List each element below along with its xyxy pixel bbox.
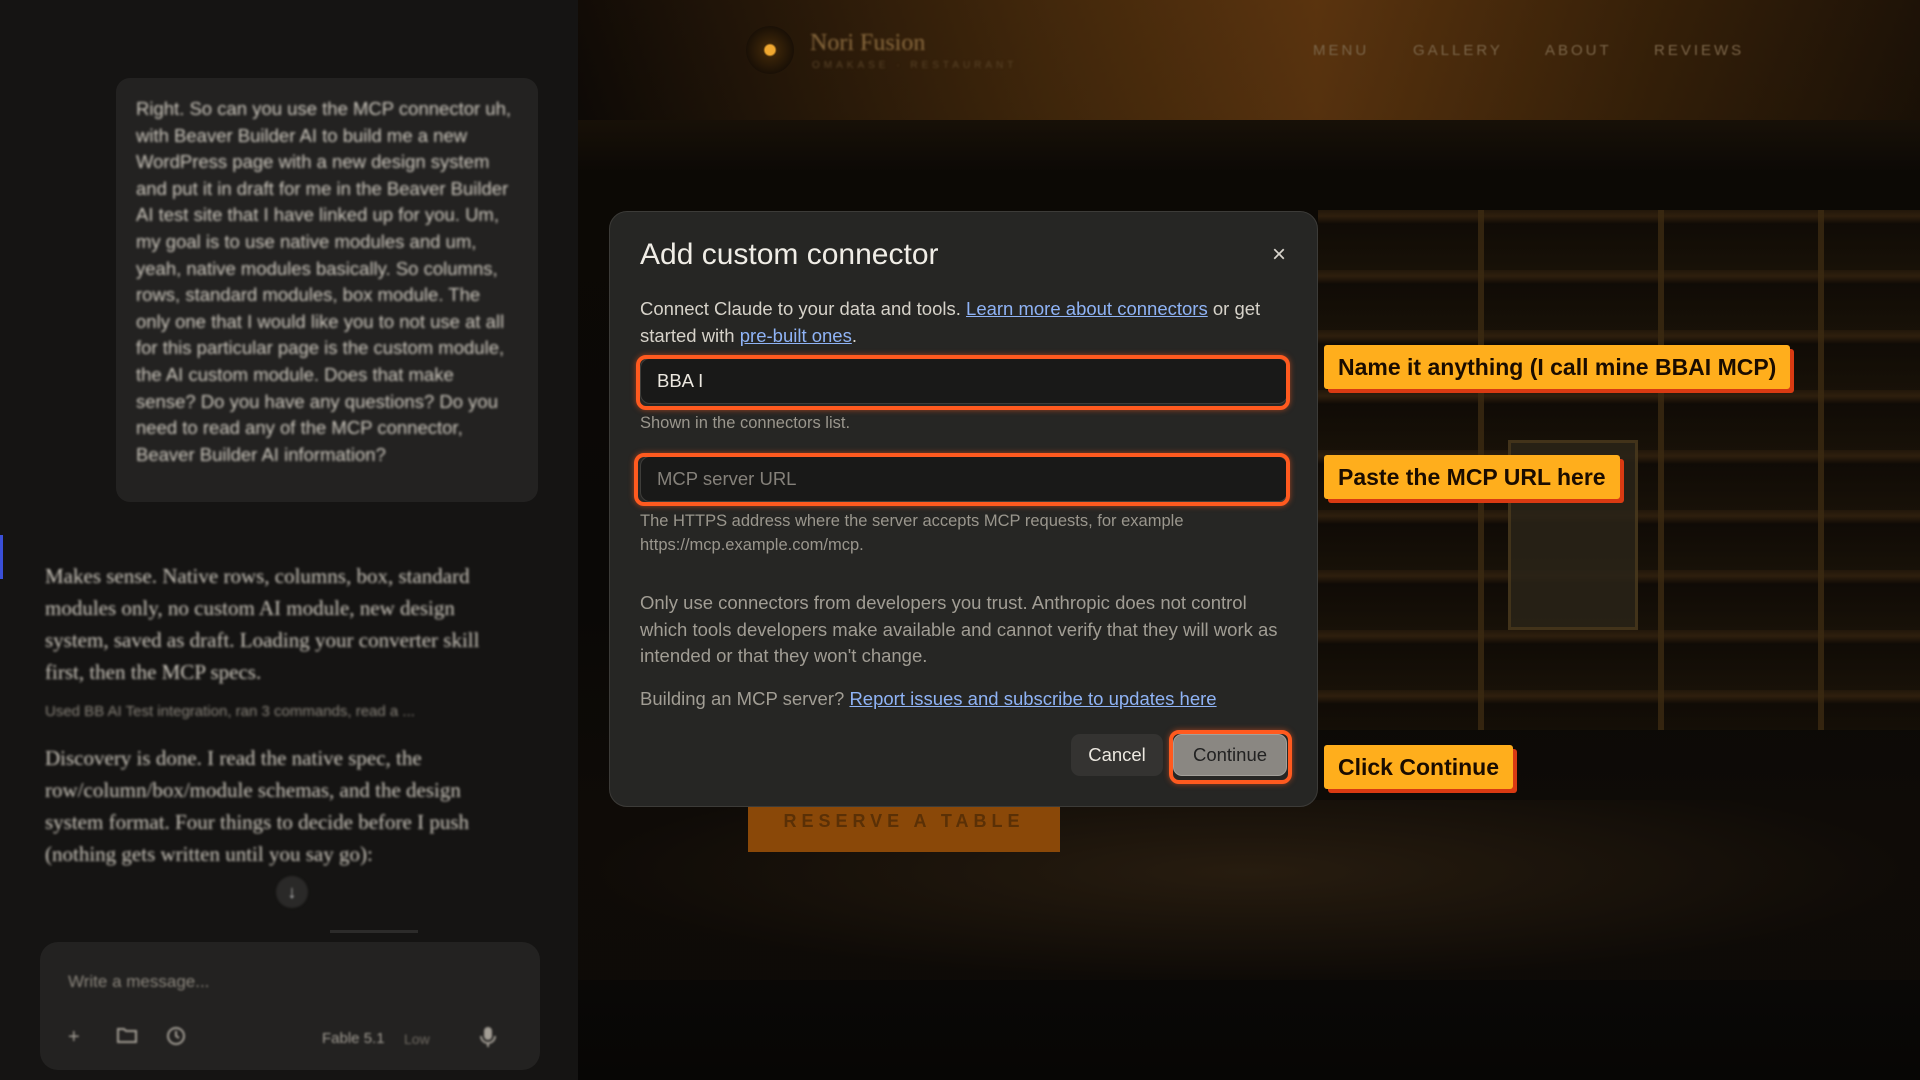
shelf-divider <box>1658 210 1664 730</box>
message-composer[interactable]: Write a message... + Fable 5.1 Low <box>40 942 540 1070</box>
scroll-down-icon[interactable]: ↓ <box>276 876 308 908</box>
assistant-reply-2: Discovery is done. I read the native spe… <box>45 746 469 866</box>
composer-placeholder[interactable]: Write a message... <box>68 972 209 992</box>
url-callout: Paste the MCP URL here <box>1324 455 1620 499</box>
chat-panel: Right. So can you use the MCP connector … <box>0 0 578 1080</box>
add-icon[interactable]: + <box>68 1026 80 1049</box>
site-nav-reviews[interactable]: REVIEWS <box>1654 42 1744 59</box>
shelf-divider <box>1818 210 1824 730</box>
name-hint: Shown in the connectors list. <box>640 414 851 432</box>
dialog-intro: Connect Claude to your data and tools. L… <box>640 296 1290 349</box>
cancel-button[interactable]: Cancel <box>1071 734 1163 776</box>
mcp-server-url-input[interactable] <box>640 456 1288 502</box>
restaurant-logo-icon <box>746 26 794 74</box>
folder-icon[interactable] <box>116 1026 138 1050</box>
assistant-reply-1: Makes sense. Native rows, columns, box, … <box>45 564 480 684</box>
model-mode-label[interactable]: Low <box>404 1031 430 1047</box>
learn-more-link[interactable]: Learn more about connectors <box>966 298 1208 319</box>
trust-warning: Only use connectors from developers you … <box>640 592 1278 666</box>
continue-button[interactable]: Continue <box>1173 734 1287 776</box>
site-nav-gallery[interactable]: GALLERY <box>1413 42 1503 59</box>
report-issues-link[interactable]: Report issues and subscribe to updates h… <box>849 688 1216 709</box>
url-hint: The HTTPS address where the server accep… <box>640 512 1184 554</box>
dialog-title: Add custom connector <box>640 238 939 271</box>
building-text: Building an MCP server? <box>640 688 845 709</box>
user-message-text: Right. So can you use the MCP connector … <box>136 98 512 465</box>
name-callout: Name it anything (I call mine BBAI MCP) <box>1324 345 1791 389</box>
connector-name-input[interactable] <box>640 358 1288 404</box>
microphone-icon[interactable] <box>480 1026 496 1054</box>
add-connector-dialog: Add custom connector × Connect Claude to… <box>609 211 1318 807</box>
chat-scroll-accent <box>0 535 3 579</box>
restaurant-name: Nori Fusion <box>810 30 926 56</box>
clock-icon[interactable] <box>166 1026 186 1052</box>
composer-divider <box>330 930 418 933</box>
site-nav-about[interactable]: ABOUT <box>1545 42 1612 59</box>
prebuilt-connectors-link[interactable]: pre-built ones <box>740 325 852 346</box>
building-server-line: Building an MCP server? Report issues an… <box>640 686 1217 713</box>
user-message-bubble: Right. So can you use the MCP connector … <box>116 78 538 502</box>
restaurant-tagline: OMAKASE · RESTAURANT <box>812 60 1018 71</box>
site-nav-menu[interactable]: MENU <box>1313 42 1369 59</box>
close-icon[interactable]: × <box>1265 241 1293 269</box>
continue-callout: Click Continue <box>1324 745 1514 789</box>
intro-end-text: . <box>851 324 857 346</box>
intro-text: Connect Claude to your data and tools. <box>640 298 961 319</box>
tool-activity-line[interactable]: Used BB AI Test integration, ran 3 comma… <box>45 703 515 720</box>
model-selector[interactable]: Fable 5.1 <box>322 1030 385 1047</box>
